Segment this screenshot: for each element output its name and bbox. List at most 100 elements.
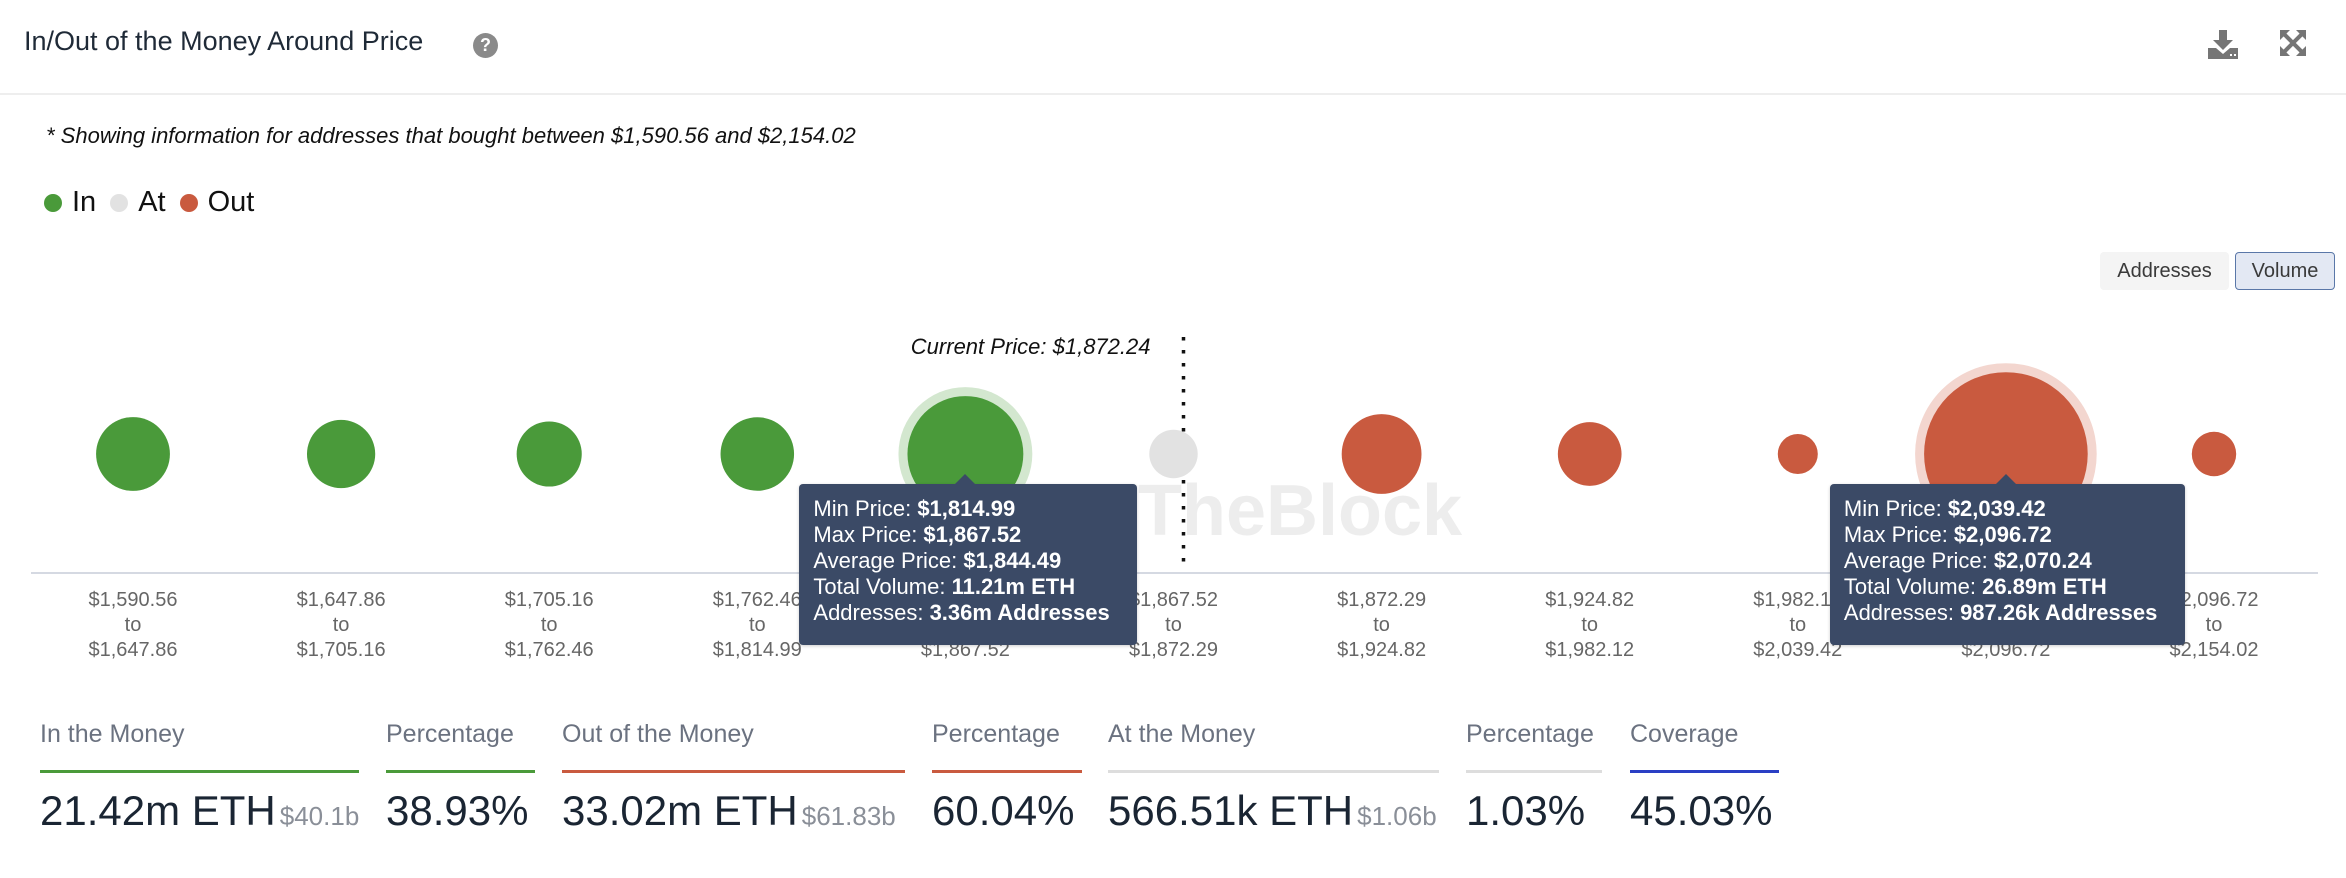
tooltip-value: $2,070.24 xyxy=(1993,548,2092,573)
stat-underline xyxy=(1108,770,1439,773)
tooltip: Min Price: $2,039.42 Max Price: $2,096.72… xyxy=(1829,474,2185,645)
x-tick-label: $1,647.86 xyxy=(89,639,178,661)
stat-value: 33.02m ETH $61.83b xyxy=(562,787,905,835)
legend-label: At xyxy=(138,186,166,218)
bubble-in[interactable] xyxy=(306,419,376,489)
x-tick-label: $1,872.29 xyxy=(1337,589,1426,611)
stat-main-value: 566.51k ETH xyxy=(1108,787,1354,834)
tooltip-label: Max Price: xyxy=(813,522,924,547)
x-tick-label: $2,039.42 xyxy=(1753,639,1842,661)
tooltip-row: Max Price: $2,096.72 xyxy=(1844,522,2171,548)
stat-label: Percentage xyxy=(932,720,1060,748)
stat-usd-value: $40.1b xyxy=(279,801,360,831)
tooltip-label: Min Price: xyxy=(813,496,918,521)
expand-icon[interactable] xyxy=(2278,28,2312,62)
tooltip-row: Average Price: $2,070.24 xyxy=(1844,548,2171,574)
stat-percentage: Percentage 1.03% xyxy=(1466,720,1602,835)
tooltip-row: Min Price: $2,039.42 xyxy=(1844,496,2171,522)
tooltip-label: Total Volume: xyxy=(1843,574,1983,599)
legend: In At Out xyxy=(44,186,268,219)
x-tick-label: to xyxy=(1789,614,1806,636)
stat-underline xyxy=(1466,770,1602,773)
legend-item-at[interactable]: At xyxy=(110,186,166,219)
bubble-in[interactable] xyxy=(516,421,582,487)
stat-main-value: 1.03% xyxy=(1466,787,1586,834)
tooltip-label: Total Volume: xyxy=(813,574,952,599)
legend-item-out[interactable]: Out xyxy=(179,186,255,219)
x-tick-label: $1,647.86 xyxy=(297,589,386,611)
tooltip-value: 11.21m ETH xyxy=(951,574,1076,599)
tooltip-label: Addresses: xyxy=(813,600,930,625)
stat-label: At the Money xyxy=(1108,720,1256,748)
bubble-in[interactable] xyxy=(720,417,795,491)
bubble-out[interactable] xyxy=(2191,431,2237,477)
stat-underline xyxy=(932,770,1082,773)
stat-percentage: Percentage 38.93% xyxy=(386,720,535,835)
x-tick-label: to xyxy=(125,614,142,636)
stat-main-value: 33.02m ETH xyxy=(562,787,798,834)
tooltip-value: $1,844.49 xyxy=(963,548,1062,573)
tooltip-row: Average Price: $1,844.49 xyxy=(813,548,1123,574)
stat-usd-value: $1.06b xyxy=(1357,801,1437,831)
bubble-at[interactable] xyxy=(1149,429,1198,479)
tooltip-arrow xyxy=(955,474,976,484)
tooltip-label: Addresses: xyxy=(1843,600,1961,625)
card-header: In/Out of the Money Around Price ? xyxy=(0,0,2346,95)
tooltip-value: $2,096.72 xyxy=(1953,522,2052,547)
stat-value: 60.04% xyxy=(932,787,1082,835)
x-tick-label: to xyxy=(333,614,350,636)
stat-main-value: 60.04% xyxy=(932,787,1075,834)
tooltip-row: Min Price: $1,814.99 xyxy=(813,496,1123,522)
stat-underline xyxy=(386,770,535,773)
stat-main-value: 21.42m ETH xyxy=(40,787,276,834)
x-tick-label: to xyxy=(1165,614,1182,636)
x-tick-label: to xyxy=(2206,614,2223,636)
stat-label: Percentage xyxy=(386,720,514,748)
stat-out-of-the-money: Out of the Money 33.02m ETH $61.83b xyxy=(562,720,905,835)
stat-coverage: Coverage 45.03% xyxy=(1630,720,1779,835)
x-tick-label: $1,867.52 xyxy=(1129,589,1218,611)
stat-main-value: 38.93% xyxy=(386,787,529,834)
addresses-toggle-button[interactable]: Addresses xyxy=(2100,252,2229,290)
tooltip-label: Average Price: xyxy=(813,548,964,573)
stat-label: Coverage xyxy=(1630,720,1739,748)
stat-percentage: Percentage 60.04% xyxy=(932,720,1082,835)
current-price-label: Current Price: $1,872.24 xyxy=(911,334,1151,359)
x-tick-label: to xyxy=(749,614,766,636)
tooltip-row: Total Volume: 11.21m ETH xyxy=(813,574,1123,600)
x-tick-label: $1,705.16 xyxy=(505,589,594,611)
stat-label: Percentage xyxy=(1466,720,1594,748)
bubble-out[interactable] xyxy=(1557,422,1622,486)
x-tick-label: $1,924.82 xyxy=(1545,589,1634,611)
page-title: In/Out of the Money Around Price xyxy=(24,26,424,56)
legend-item-in[interactable]: In xyxy=(44,186,96,219)
stat-at-the-money: At the Money 566.51k ETH $1.06b xyxy=(1108,720,1439,835)
x-tick-label: $1,872.29 xyxy=(1129,639,1218,661)
in-dot-icon xyxy=(44,193,62,212)
volume-toggle-button[interactable]: Volume xyxy=(2235,252,2335,290)
help-icon[interactable]: ? xyxy=(473,33,498,58)
x-tick-label: to xyxy=(1373,614,1390,636)
bubble-out[interactable] xyxy=(1777,434,1818,474)
x-tick-label: $1,705.16 xyxy=(297,639,386,661)
tooltip-arrow xyxy=(1995,474,2016,484)
stat-value: 566.51k ETH $1.06b xyxy=(1108,787,1439,835)
watermark: TheBlock xyxy=(1138,471,1463,551)
stat-label: Out of the Money xyxy=(562,720,754,748)
tooltip-label: Min Price: xyxy=(1843,496,1948,521)
bubble-out[interactable] xyxy=(1341,414,1422,494)
x-tick-label: $1,814.99 xyxy=(713,639,802,661)
stat-underline xyxy=(40,770,359,773)
x-tick-label: $1,590.56 xyxy=(89,589,178,611)
legend-label: In xyxy=(72,186,97,218)
download-icon[interactable] xyxy=(2206,28,2240,62)
legend-label: Out xyxy=(207,186,255,218)
tooltip-value: $1,814.99 xyxy=(917,496,1016,521)
stat-label: In the Money xyxy=(40,720,185,748)
x-tick-label: $1,982.12 xyxy=(1753,589,1842,611)
tooltip-row: Addresses: 3.36m Addresses xyxy=(813,600,1123,626)
range-note: * Showing information for addresses that… xyxy=(46,123,856,148)
stat-value: 21.42m ETH $40.1b xyxy=(40,787,359,835)
bubble-in[interactable] xyxy=(96,417,170,491)
tooltip-value: 3.36m Addresses xyxy=(929,600,1110,625)
